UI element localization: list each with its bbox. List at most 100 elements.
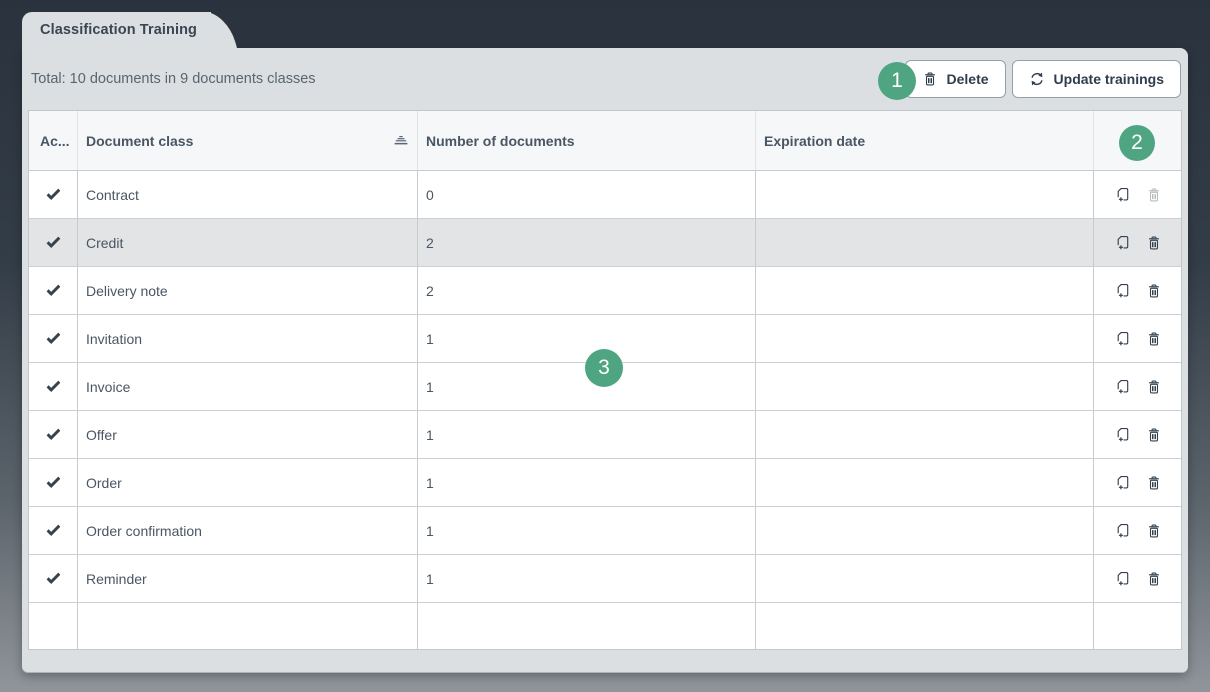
- actions-cell: [1094, 363, 1181, 410]
- expiration-date-cell: [756, 219, 1094, 266]
- annotation-badge-2: 2: [1119, 125, 1155, 161]
- header-cell-active[interactable]: Ac...: [29, 111, 78, 170]
- delete-row-button[interactable]: [1146, 571, 1162, 587]
- header-cell-document-class[interactable]: Document class: [78, 111, 418, 170]
- copy-document-icon: [1114, 282, 1131, 299]
- actions-cell: [1094, 507, 1181, 554]
- number-of-documents-cell: 2: [418, 219, 756, 266]
- expiration-date-cell: [756, 171, 1094, 218]
- delete-row-button[interactable]: [1146, 523, 1162, 539]
- app-background: Classification Training Total: 10 docume…: [0, 0, 1210, 692]
- actions-cell: [1094, 555, 1181, 602]
- trash-icon: [1146, 235, 1162, 251]
- actions-cell: [1094, 459, 1181, 506]
- active-check-icon[interactable]: [46, 283, 61, 299]
- actions-cell: [1094, 219, 1181, 266]
- copy-training-button[interactable]: [1114, 570, 1131, 587]
- copy-training-button[interactable]: [1114, 378, 1131, 395]
- delete-row-button[interactable]: [1146, 475, 1162, 491]
- trash-icon: [1146, 427, 1162, 443]
- expiration-date-cell: [756, 555, 1094, 602]
- copy-training-button[interactable]: [1114, 426, 1131, 443]
- active-check-icon[interactable]: [46, 475, 61, 491]
- refresh-icon: [1029, 71, 1045, 87]
- expiration-date-cell: [756, 267, 1094, 314]
- actions-cell: [1094, 411, 1181, 458]
- delete-row-button[interactable]: [1146, 187, 1162, 203]
- annotation-badge-1: 1: [878, 62, 916, 100]
- number-of-documents-cell: 0: [418, 171, 756, 218]
- active-cell: [29, 555, 78, 602]
- active-check-icon[interactable]: [46, 427, 61, 443]
- active-cell: [29, 315, 78, 362]
- document-class-cell: Order confirmation: [78, 507, 418, 554]
- document-class-cell: Contract: [78, 171, 418, 218]
- toolbar-buttons: Delete Update trainings: [904, 60, 1181, 98]
- active-cell: [29, 267, 78, 314]
- trash-icon: [1146, 571, 1162, 587]
- active-check-icon[interactable]: [46, 571, 61, 587]
- delete-button[interactable]: Delete: [904, 60, 1006, 98]
- delete-row-button[interactable]: [1146, 331, 1162, 347]
- document-class-cell: Order: [78, 459, 418, 506]
- update-trainings-button-label: Update trainings: [1053, 71, 1164, 87]
- copy-document-icon: [1114, 426, 1131, 443]
- trash-icon: [1146, 379, 1162, 395]
- active-cell: [29, 219, 78, 266]
- document-class-cell: Invoice: [78, 363, 418, 410]
- document-class-cell: Offer: [78, 411, 418, 458]
- delete-row-button[interactable]: [1146, 427, 1162, 443]
- table-row[interactable]: Order confirmation 1: [29, 507, 1181, 555]
- table-body: Contract 0 Credit 2 Delivery note 2 Invi…: [29, 171, 1181, 603]
- active-cell: [29, 363, 78, 410]
- empty-row: [29, 603, 1181, 649]
- table-row[interactable]: Offer 1: [29, 411, 1181, 459]
- number-of-documents-cell: 1: [418, 315, 756, 362]
- trash-icon: [1146, 331, 1162, 347]
- actions-cell: [1094, 315, 1181, 362]
- delete-row-button[interactable]: [1146, 235, 1162, 251]
- trash-icon: [1146, 187, 1162, 203]
- active-check-icon[interactable]: [46, 331, 61, 347]
- actions-cell: [1094, 171, 1181, 218]
- tab-label: Classification Training: [40, 22, 197, 38]
- copy-document-icon: [1114, 570, 1131, 587]
- trash-icon: [1146, 523, 1162, 539]
- copy-training-button[interactable]: [1114, 474, 1131, 491]
- expiration-date-cell: [756, 507, 1094, 554]
- update-trainings-button[interactable]: Update trainings: [1011, 60, 1181, 98]
- active-cell: [29, 459, 78, 506]
- trash-icon: [1146, 475, 1162, 491]
- copy-document-icon: [1114, 330, 1131, 347]
- header-cell-expiration-date[interactable]: Expiration date: [756, 111, 1094, 170]
- header-cell-number-of-documents[interactable]: Number of documents: [418, 111, 756, 170]
- active-check-icon[interactable]: [46, 379, 61, 395]
- number-of-documents-cell: 1: [418, 555, 756, 602]
- active-check-icon[interactable]: [46, 187, 61, 203]
- number-of-documents-cell: 1: [418, 411, 756, 458]
- active-check-icon[interactable]: [46, 523, 61, 539]
- copy-training-button[interactable]: [1114, 522, 1131, 539]
- table-header-row: Ac... Document class Number of documents…: [29, 111, 1181, 171]
- copy-training-button[interactable]: [1114, 282, 1131, 299]
- active-cell: [29, 507, 78, 554]
- table-row[interactable]: Contract 0: [29, 171, 1181, 219]
- table-row[interactable]: Delivery note 2: [29, 267, 1181, 315]
- table-row[interactable]: Credit 2: [29, 219, 1181, 267]
- active-cell: [29, 171, 78, 218]
- document-class-cell: Delivery note: [78, 267, 418, 314]
- tab-classification-training[interactable]: Classification Training: [22, 12, 211, 48]
- copy-training-button[interactable]: [1114, 330, 1131, 347]
- active-check-icon[interactable]: [46, 235, 61, 251]
- delete-row-button[interactable]: [1146, 379, 1162, 395]
- number-of-documents-cell: 1: [418, 507, 756, 554]
- table-row[interactable]: Order 1: [29, 459, 1181, 507]
- copy-training-button[interactable]: [1114, 234, 1131, 251]
- sort-ascending-icon: [394, 133, 408, 149]
- table-row[interactable]: Reminder 1: [29, 555, 1181, 603]
- document-class-cell: Invitation: [78, 315, 418, 362]
- documents-summary: Total: 10 documents in 9 documents class…: [31, 71, 316, 87]
- copy-training-button[interactable]: [1114, 186, 1131, 203]
- delete-row-button[interactable]: [1146, 283, 1162, 299]
- document-class-cell: Credit: [78, 219, 418, 266]
